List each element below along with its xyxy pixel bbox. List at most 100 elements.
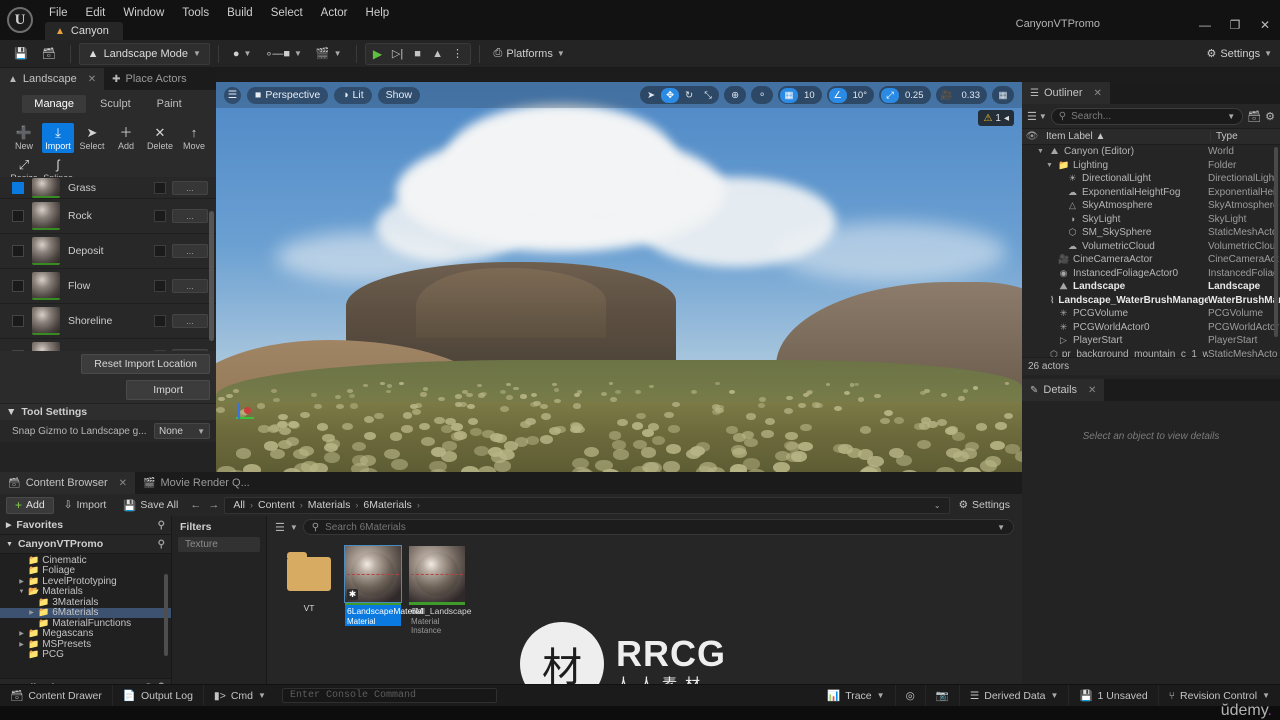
tab-sculpt[interactable]: Sculpt: [88, 95, 143, 113]
expand-arrow-icon[interactable]: ▶: [18, 630, 25, 637]
column-type[interactable]: Type: [1210, 131, 1280, 142]
outliner-row[interactable]: ▼ 📁 Lighting Folder: [1022, 159, 1280, 173]
console-command-input[interactable]: Enter Console Command: [281, 688, 497, 703]
table-row[interactable]: Snow ...: [0, 339, 216, 351]
cmd-selector[interactable]: ▮> Cmd ▼: [204, 685, 276, 707]
layer-checkbox[interactable]: [12, 315, 24, 327]
layer-menu-button[interactable]: ...: [172, 314, 208, 328]
tab-place-actors[interactable]: ✚ Place Actors: [104, 68, 195, 90]
expand-arrow-icon[interactable]: ▼: [1037, 148, 1045, 155]
column-item-label[interactable]: Item Label ▲: [1042, 131, 1210, 142]
folder-tree-item[interactable]: ▶ 📁 MSPresets: [0, 639, 171, 650]
snap-gizmo-dropdown[interactable]: None ▼: [154, 423, 210, 439]
close-icon[interactable]: ✕: [1094, 88, 1102, 99]
translate-tool-button[interactable]: ✥: [661, 87, 680, 103]
outliner-row[interactable]: ☀ DirectionalLight DirectionalLight: [1022, 172, 1280, 186]
search-icon[interactable]: ⚲: [158, 539, 165, 550]
menu-tools[interactable]: Tools: [173, 4, 218, 22]
breadcrumb[interactable]: All › Content › Materials › 6Materials ›…: [224, 496, 950, 514]
layer-checkbox[interactable]: [12, 210, 24, 222]
table-row[interactable]: Grass ...: [0, 177, 216, 199]
filter-icon[interactable]: ☰: [275, 521, 285, 534]
breadcrumb-all[interactable]: All: [233, 499, 245, 511]
camera-icon[interactable]: 🎥: [938, 88, 956, 103]
content-drawer-button[interactable]: 🗃 Content Drawer: [0, 684, 113, 707]
menu-build[interactable]: Build: [218, 4, 262, 22]
close-icon[interactable]: ✕: [88, 74, 96, 85]
tab-content-browser[interactable]: 🗃 Content Browser ✕: [0, 472, 136, 494]
save-button[interactable]: 💾: [8, 43, 34, 65]
outliner-row[interactable]: ✳ PCGVolume PCGVolume: [1022, 307, 1280, 321]
table-row[interactable]: Deposit ...: [0, 234, 216, 269]
outliner-row[interactable]: ⬡ SM_SkySphere StaticMeshActo: [1022, 226, 1280, 240]
expand-arrow-icon[interactable]: ▶: [28, 609, 35, 616]
outliner-row[interactable]: ◉ InstancedFoliageActor0 InstancedFoliag: [1022, 267, 1280, 281]
camera-speed-value[interactable]: 0.33: [957, 90, 986, 101]
asset-tile-mi-landscape[interactable]: 6MI_Landscape Material Instance: [409, 546, 472, 635]
grid-snap-value[interactable]: 10: [799, 90, 820, 101]
minimize-button[interactable]: —: [1190, 14, 1220, 36]
status-badge[interactable]: ⚠ 1 ◂: [978, 110, 1014, 126]
asset-tile-landscape-material[interactable]: ✱ 6LandscapeMaterial Material: [344, 545, 424, 635]
select-tool-button[interactable]: ➤: [642, 88, 660, 103]
reset-import-location-button[interactable]: Reset Import Location: [81, 354, 210, 374]
outliner-tree[interactable]: ▼ ⛰ Canyon (Editor) World ▼ 📁 Lighting Folder ☀ D…: [1022, 145, 1280, 357]
tool-select[interactable]: ➤ Select: [76, 123, 108, 153]
outliner-row[interactable]: ✳ PCGWorldActor0 PCGWorldActor: [1022, 321, 1280, 335]
chevron-down-icon[interactable]: ▼: [1227, 112, 1235, 121]
tab-outliner[interactable]: ☰ Outliner ✕: [1022, 82, 1110, 104]
chevron-down-icon[interactable]: ⌄: [934, 501, 941, 510]
skip-button[interactable]: ▷|: [389, 47, 407, 60]
menu-actor[interactable]: Actor: [312, 4, 357, 22]
add-button[interactable]: + Add: [6, 496, 54, 514]
asset-tile-folder[interactable]: VT: [281, 546, 337, 635]
back-button[interactable]: ←: [188, 499, 203, 511]
layout-icon[interactable]: ▦: [994, 88, 1012, 103]
layer-menu-button[interactable]: ...: [172, 279, 208, 293]
outliner-row[interactable]: ▼ ⛰ Canyon (Editor) World: [1022, 145, 1280, 159]
close-icon[interactable]: ✕: [119, 478, 127, 489]
quick-add-button[interactable]: ● ▼: [227, 43, 258, 65]
tab-landscape[interactable]: ▲ Landscape ✕: [0, 68, 105, 90]
layer-menu-button[interactable]: ...: [172, 180, 208, 195]
expand-arrow-icon[interactable]: ▼: [18, 589, 25, 595]
layer-checkbox[interactable]: [12, 350, 24, 351]
angle-snap-value[interactable]: 10°: [848, 90, 872, 101]
tool-settings-header[interactable]: ▼ Tool Settings: [0, 403, 216, 420]
folder-tree-item[interactable]: 📁 MaterialFunctions: [0, 618, 171, 629]
menu-window[interactable]: Window: [114, 4, 173, 22]
tab-manage[interactable]: Manage: [22, 95, 87, 113]
expand-arrow-icon[interactable]: ▶: [18, 578, 25, 585]
platforms-button[interactable]: ⎙ Platforms ▼: [488, 43, 571, 65]
expand-arrow-icon[interactable]: ▶: [18, 641, 25, 648]
chevron-down-icon[interactable]: ▼: [997, 523, 1005, 532]
layer-menu-button[interactable]: ...: [172, 209, 208, 223]
close-icon[interactable]: ✕: [1088, 385, 1096, 396]
expand-arrow-icon[interactable]: ▼: [1046, 162, 1054, 169]
angle-snap-icon[interactable]: ∠: [828, 87, 847, 103]
table-row[interactable]: Flow ...: [0, 269, 216, 304]
grid-snap-icon[interactable]: ▦: [780, 87, 799, 103]
content-folder-tree[interactable]: 📁 Cinematic 📁 Foliage ▶ 📁 LevelPrototyping ▼ 📂 Ma…: [0, 554, 171, 678]
asset-search-input[interactable]: ⚲ Search 6Materials ▼: [302, 519, 1014, 535]
tab-paint[interactable]: Paint: [145, 95, 194, 113]
outliner-row[interactable]: ◑ SkyLight SkyLight: [1022, 213, 1280, 227]
tool-add[interactable]: ＋ Add: [110, 123, 142, 153]
layer-swatch[interactable]: [154, 280, 166, 292]
viewport-perspective-button[interactable]: ■ Perspective: [247, 86, 329, 104]
outliner-row[interactable]: ⬡ pr_background_mountain_c_1_w StaticMeshA…: [1022, 348, 1280, 357]
tool-move[interactable]: ↑ Move: [178, 123, 210, 153]
folder-tree-item[interactable]: ▶ 📁 6Materials: [0, 607, 171, 618]
scale-snap-value[interactable]: 0.25: [900, 90, 929, 101]
blueprints-button[interactable]: ∘—■ ▼: [259, 43, 307, 65]
folder-tree-item[interactable]: 📁 Cinematic: [0, 555, 171, 566]
menu-help[interactable]: Help: [357, 4, 399, 22]
viewport-lit-button[interactable]: ◑ Lit: [334, 86, 372, 104]
play-button[interactable]: ▶: [369, 47, 387, 61]
layer-swatch[interactable]: [154, 350, 166, 351]
world-coordinate-icon[interactable]: ⊕: [726, 88, 744, 103]
layer-swatch[interactable]: [154, 245, 166, 257]
tool-new[interactable]: ➕ New: [8, 123, 40, 153]
breadcrumb-materials[interactable]: Materials: [308, 499, 351, 511]
outliner-scrollbar[interactable]: [1274, 147, 1278, 337]
